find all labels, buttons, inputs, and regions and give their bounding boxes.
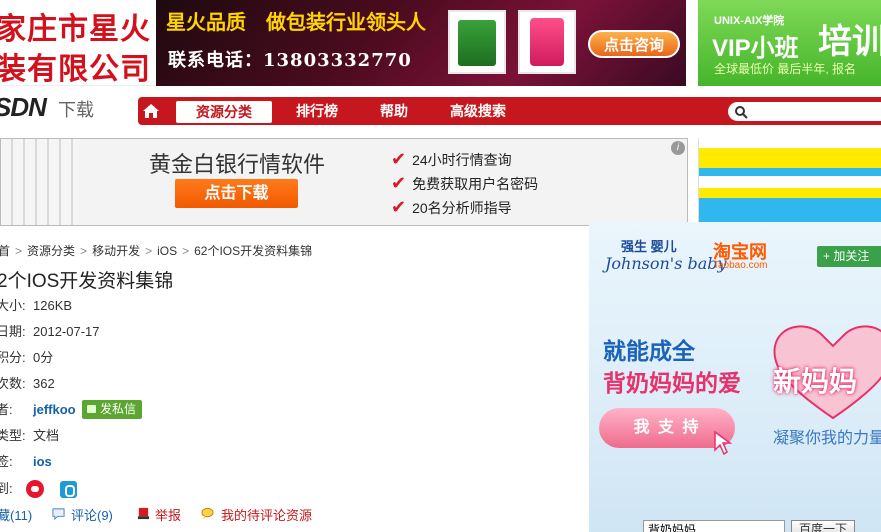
detail-uploader: 者: jeffkoo 发私信 (0, 400, 143, 419)
product-image-green (448, 10, 506, 74)
breadcrumb-ios[interactable]: iOS (157, 244, 177, 258)
detail-type: 类型: 文档 (0, 427, 59, 445)
detail-value: 126KB (33, 298, 73, 313)
banner-line-1: 家庄市星火 (0, 12, 151, 47)
banner-right-line4: 全球最低价 最后半年, 报名 (714, 62, 857, 76)
detail-label: 签: (0, 454, 13, 469)
detail-value: 文档 (33, 428, 60, 443)
detail-label: 大小: (0, 298, 26, 313)
search-icon[interactable] (734, 105, 748, 119)
ad-feature: ✔ 20名分析师指导 (391, 197, 512, 217)
detail-label: 到: (0, 481, 13, 496)
software-ad[interactable]: 黄金白银行情软件 点击下载 ✔ 24小时行情查询 ✔ 免费获取用户名密码 ✔ 20名分… (0, 138, 688, 226)
follow-button[interactable]: + 加关注 (817, 246, 881, 267)
nav-item-ranking[interactable]: 排行榜 (296, 97, 338, 125)
ad-headline-2: 背奶妈妈的爱 (603, 370, 741, 396)
side-stripe-ad[interactable] (698, 138, 881, 226)
detail-value: 2012-07-17 (33, 324, 100, 339)
detail-value: 0分 (33, 350, 54, 365)
baidu-search-button[interactable]: 百度一下 (791, 520, 855, 532)
site-logo[interactable]: SDN 下载 (0, 90, 138, 128)
check-icon: ✔ (391, 197, 407, 217)
detail-label: 者: (0, 402, 13, 417)
ad-feature: ✔ 24小时行情查询 (391, 149, 512, 169)
detail-value: 362 (33, 376, 55, 391)
ad-feature: ✔ 免费获取用户名密码 (391, 173, 539, 193)
detail-points: 积分: 0分 (0, 349, 53, 367)
banner-right-line1: UNIX-AIX学院 (714, 15, 785, 27)
banner-ad-unix[interactable]: UNIX-AIX学院 VIP小班 培训 全球最低价 最后半年, 报名 (698, 0, 881, 86)
ad-headline-1: 就能成全 (603, 338, 695, 364)
johnson-logo-cn: 强生 婴儿 (621, 239, 677, 254)
detail-label: 次数: (0, 376, 26, 391)
banner-line-2: 装有限公司 (0, 52, 151, 86)
chevron-right-icon: > (145, 244, 153, 258)
nav-item-help[interactable]: 帮助 (380, 97, 408, 125)
johnson-logo: Johnson's baby (605, 254, 727, 273)
banner-right-line2: VIP小班 (712, 35, 799, 62)
private-message-button[interactable]: 发私信 (82, 400, 143, 419)
report-link[interactable]: 举报 (155, 505, 181, 524)
check-icon: ✔ (391, 149, 407, 169)
product-image-pink (518, 10, 576, 74)
banner-phone: 联系电话：13803332770 (168, 50, 412, 71)
keyboard-image (1, 139, 79, 225)
ad-info-icon[interactable]: i (671, 141, 685, 155)
breadcrumb: 首 > 资源分类 > 移动开发 > iOS >62个IOS开发资料集锦 (0, 242, 312, 259)
uploader-link[interactable]: jeffkoo (33, 401, 76, 419)
johnson-taobao-ad[interactable]: 强生 婴儿 Johnson's baby 淘宝网 Taobao.com + 加关… (589, 222, 881, 532)
tag-link[interactable]: ios (33, 453, 52, 471)
banner-ad-packaging[interactable]: 家庄市星火 装有限公司 (0, 0, 156, 86)
logo-text: SDN (0, 92, 47, 122)
consult-button[interactable]: 点击咨询 (588, 30, 680, 58)
logo-subtitle: 下载 (58, 100, 94, 120)
hand-cursor-icon (714, 430, 733, 456)
detail-share: 到: (0, 480, 77, 498)
pending-review-link[interactable]: 我的待评论资源 (221, 505, 312, 524)
detail-tags: 签: ios (0, 453, 52, 471)
baidu-search-input[interactable] (643, 520, 785, 532)
banner-ad-xinghuo[interactable]: 星火品质 做包装行业领头人 联系电话：13803332770 点击咨询 (156, 0, 686, 86)
nav-item-categories[interactable]: 资源分类 (176, 101, 272, 123)
qq-share-icon[interactable] (60, 481, 77, 498)
detail-label: 类型: (0, 428, 26, 443)
breadcrumb-home[interactable]: 首 (0, 244, 10, 258)
breadcrumb-mobile-dev[interactable]: 移动开发 (92, 244, 140, 258)
detail-date: 日期: 2012-07-17 (0, 323, 100, 341)
detail-label: 积分: (0, 350, 26, 365)
check-icon: ✔ (391, 173, 407, 193)
ad-title: 黄金白银行情软件 (149, 152, 326, 177)
ad-tagline: 凝聚你我的力量 (773, 430, 881, 447)
banner-slogan: 星火品质 做包装行业领头人 (166, 12, 426, 34)
search-input[interactable] (728, 102, 881, 121)
nav-item-advanced-search[interactable]: 高级搜索 (450, 97, 506, 125)
chevron-right-icon: > (182, 244, 190, 258)
home-icon[interactable] (142, 103, 160, 119)
favorite-link[interactable]: 藏(11) (0, 505, 32, 524)
banner-right-line3: 培训 (818, 23, 881, 61)
main-nav: 资源分类 排行榜 帮助 高级搜索 (138, 97, 881, 125)
chevron-right-icon: > (15, 244, 23, 258)
chevron-right-icon: > (80, 244, 88, 258)
page-title: 2个IOS开发资料集锦 (0, 271, 174, 292)
weibo-icon[interactable] (26, 480, 44, 498)
speech-bubble-icon (201, 507, 214, 520)
comment-icon (52, 508, 65, 520)
detail-size: 大小: 126KB (0, 297, 72, 315)
detail-downloads: 次数: 362 (0, 375, 55, 393)
breadcrumb-categories[interactable]: 资源分类 (27, 244, 75, 258)
detail-label: 日期: (0, 324, 26, 339)
taobao-logo-en: Taobao.com (713, 260, 768, 271)
comment-link[interactable]: 评论(9) (71, 505, 113, 524)
breadcrumb-current: 62个IOS开发资料集锦 (194, 244, 313, 258)
download-button[interactable]: 点击下载 (175, 179, 298, 208)
heart-text: 新妈妈 (773, 366, 858, 397)
flag-icon (137, 507, 150, 520)
